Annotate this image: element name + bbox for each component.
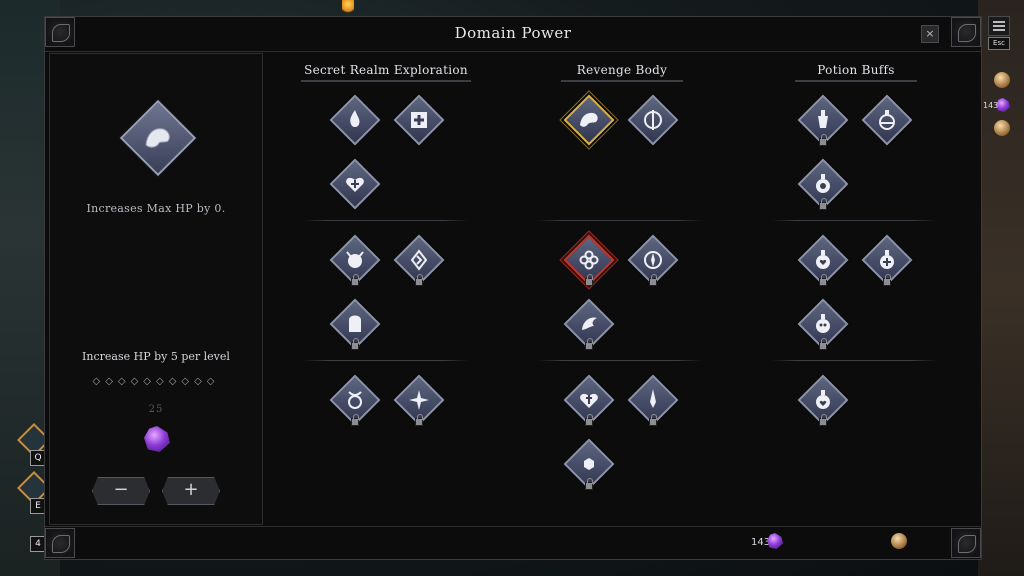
lock-icon (819, 198, 827, 210)
secret-realm-node-7[interactable] (327, 372, 383, 428)
heart-plus-icon (346, 177, 364, 192)
hud-gem-count: 143 (983, 101, 999, 110)
column-header-secret-realm: Secret Realm Exploration (301, 63, 471, 82)
corner-ornament-icon (951, 17, 981, 47)
secret-realm-node-5[interactable] (391, 232, 447, 288)
tier-divider (771, 220, 937, 221)
lock-icon (351, 338, 359, 350)
column-header-revenge-body: Revenge Body (561, 63, 683, 82)
lock-icon (585, 478, 593, 490)
corner-ornament-icon (45, 528, 75, 558)
muscle-icon (145, 128, 170, 148)
lock-icon (351, 274, 359, 286)
revenge-body-node-6[interactable] (561, 372, 617, 428)
domain-power-window: Domain Power × Increases Max HP by 0. In… (44, 16, 982, 560)
token-icon (994, 120, 1010, 136)
decrease-level-button[interactable]: − (92, 477, 150, 505)
gem-icon (767, 533, 783, 549)
lock-icon (819, 274, 827, 286)
gem-cost-icon (144, 426, 170, 452)
tier-divider (303, 220, 469, 221)
lock-icon (819, 338, 827, 350)
coin-icon (994, 72, 1010, 88)
secret-realm-node-6[interactable] (327, 296, 383, 352)
lock-icon (585, 414, 593, 426)
round-flask-icon (879, 110, 895, 130)
lock-icon (649, 274, 657, 286)
close-button[interactable]: × (921, 25, 939, 43)
potion-buffs-node-2[interactable] (859, 92, 915, 148)
corner-ornament-icon (951, 528, 981, 558)
lock-icon (415, 414, 423, 426)
revenge-body-node-2[interactable] (625, 92, 681, 148)
tier-divider (537, 360, 703, 361)
upgrade-cost: 25 (148, 404, 164, 415)
lock-icon (819, 414, 827, 426)
menu-icon[interactable] (988, 16, 1010, 36)
lock-icon (585, 274, 593, 286)
skill-level-effect: Increase HP by 5 per level (82, 350, 230, 363)
level-pips: ◇◇◇◇◇◇◇◇◇◇ (92, 376, 220, 387)
bottom-bar: 143 (45, 526, 981, 559)
window-title: Domain Power (454, 24, 572, 42)
title-bar: Domain Power × (45, 17, 981, 52)
secret-realm-node-3[interactable] (327, 156, 383, 212)
potion-buffs-node-1[interactable] (795, 92, 851, 148)
secret-realm-node-1[interactable] (327, 92, 383, 148)
secret-realm-node-8[interactable] (391, 372, 447, 428)
selected-skill-icon (119, 99, 197, 177)
muscle-icon (580, 112, 598, 127)
skill-info-panel: Increases Max HP by 0. Increase HP by 5 … (49, 53, 263, 525)
lock-icon (585, 338, 593, 350)
secret-realm-node-4[interactable] (327, 232, 383, 288)
revenge-body-node-1[interactable] (561, 92, 617, 148)
tier-divider (303, 360, 469, 361)
potion-buffs-node-7[interactable] (795, 372, 851, 428)
column-header-potion-buffs: Potion Buffs (795, 63, 917, 82)
revenge-body-node-7[interactable] (625, 372, 681, 428)
esc-key-badge: Esc (988, 37, 1010, 50)
skill-description: Increases Max HP by 0. (86, 202, 226, 215)
revenge-body-node-4[interactable] (625, 232, 681, 288)
first-aid-icon (411, 112, 427, 128)
potion-buffs-node-5[interactable] (859, 232, 915, 288)
torch-flame (342, 0, 354, 14)
potion-buffs-node-3[interactable] (795, 156, 851, 212)
coin-icon (891, 533, 907, 549)
revenge-body-node-5[interactable] (561, 296, 617, 352)
revenge-body-node-3[interactable] (561, 232, 617, 288)
lock-icon (351, 414, 359, 426)
increase-level-button[interactable]: + (162, 477, 220, 505)
tier-divider (771, 360, 937, 361)
potion-buffs-node-4[interactable] (795, 232, 851, 288)
blade-shield-icon (644, 110, 662, 130)
lock-icon (883, 274, 891, 286)
potion-buffs-node-6[interactable] (795, 296, 851, 352)
lock-icon (649, 414, 657, 426)
flame-icon (350, 110, 360, 127)
secret-realm-node-2[interactable] (391, 92, 447, 148)
lock-icon (819, 134, 827, 146)
lock-icon (415, 274, 423, 286)
revenge-body-node-8[interactable] (561, 436, 617, 492)
gem-count: 143 (751, 537, 771, 548)
tier-divider (537, 220, 703, 221)
